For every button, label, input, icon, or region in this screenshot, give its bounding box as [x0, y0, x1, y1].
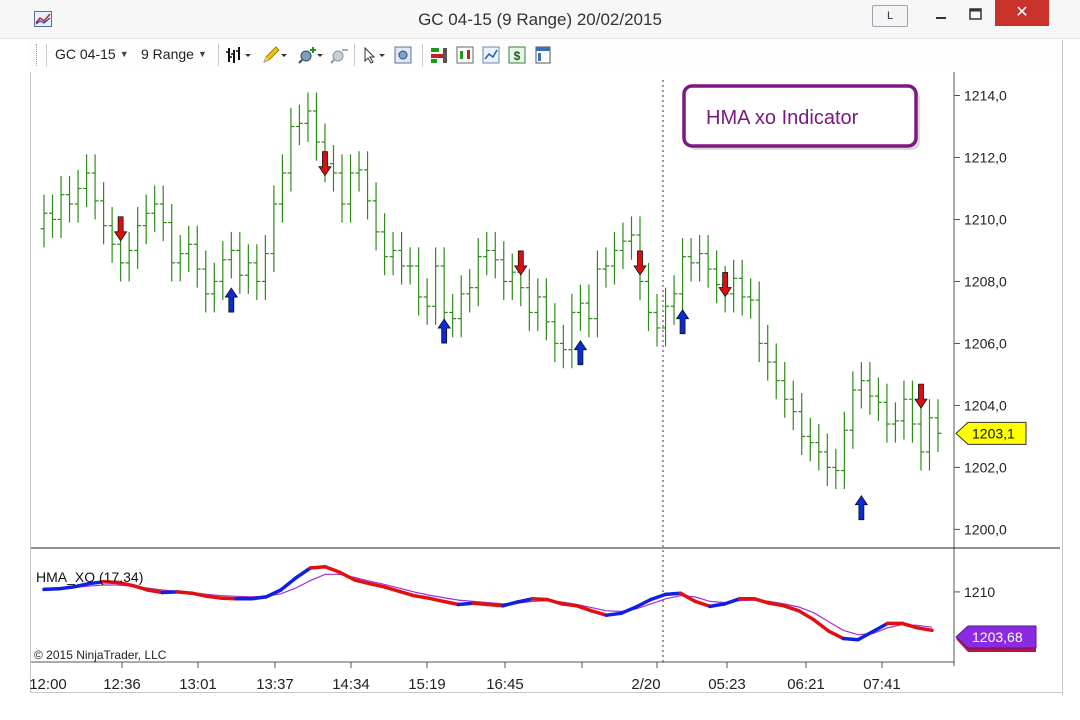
buy-arrow [437, 318, 451, 344]
y-tick-label: 1204,0 [964, 397, 1007, 413]
price-bars [40, 92, 942, 490]
hma-segment [663, 591, 683, 597]
y-tick-label: 1206,0 [964, 335, 1007, 351]
hma-segment [279, 576, 298, 592]
indicator-tick-label: 1210 [964, 584, 995, 600]
hma-segment [441, 599, 461, 607]
hma-segment [427, 596, 446, 604]
y-tick-label: 1208,0 [964, 273, 1007, 289]
sell-arrow [514, 250, 528, 276]
hma-segment [264, 588, 283, 599]
x-tick-label: 14:34 [332, 676, 370, 693]
hma-segment [649, 592, 668, 602]
hma-segment [841, 636, 860, 642]
hma-segment [42, 587, 61, 592]
hma-segment [57, 585, 76, 591]
copyright-text: © 2015 NinjaTrader, LLC [34, 648, 167, 662]
buy-arrow [675, 309, 690, 335]
hma-segment [530, 597, 549, 602]
y-tick-label: 1202,0 [964, 459, 1007, 475]
x-tick-label: 05:23 [708, 676, 746, 693]
y-tick-label: 1210,0 [964, 211, 1007, 227]
buy-arrow [224, 287, 239, 313]
hma-segment [486, 602, 505, 608]
x-tick-label: 13:37 [256, 676, 294, 693]
hma-segment [145, 588, 165, 595]
hma-segment [293, 566, 313, 580]
hma-segment [915, 626, 934, 633]
annotation-text: HMA xo Indicator [706, 107, 859, 129]
hma-segment [131, 583, 150, 592]
x-tick-label: 12:36 [103, 676, 141, 693]
buy-arrow [854, 494, 869, 521]
hma-segment [249, 595, 268, 601]
x-tick-label: 2/20 [631, 676, 660, 693]
price-chart[interactable]: 1214,0 1212,0 1210,0 1208,0 1206,0 1204,0 1202… [0, 0, 1080, 720]
sell-arrow [318, 151, 332, 177]
hma-segment [723, 597, 742, 606]
sell-arrow [718, 272, 732, 298]
hma-segment [471, 601, 490, 607]
hma-segment [693, 599, 712, 609]
indicator-label: HMA_XO (17,34) [36, 569, 143, 585]
sell-arrow [113, 216, 128, 242]
y-tick-label: 1200,0 [964, 521, 1007, 537]
hma-segment [175, 590, 194, 595]
hma-segment [900, 621, 919, 630]
hma-segment [412, 593, 431, 600]
y-tick-label: 1214,0 [964, 87, 1007, 103]
x-tick-label: 06:21 [787, 676, 825, 693]
hma-segment [752, 597, 771, 605]
hma-segment [338, 570, 357, 582]
hma-segment [501, 600, 520, 608]
hma-segment [856, 629, 875, 642]
hma-segment [397, 589, 416, 598]
x-tick-label: 15:19 [408, 676, 446, 693]
hma-segment [811, 617, 831, 633]
indicator-price-label: 1203,68 [972, 629, 1023, 645]
hma-segment [219, 596, 239, 601]
hma-segment [205, 594, 224, 600]
hma-segment [545, 597, 564, 606]
hma-segment [456, 601, 475, 607]
hma-segment [708, 602, 727, 609]
hma-segment [589, 609, 609, 617]
last-price-label: 1203,1 [972, 425, 1015, 441]
hma-segment [560, 602, 579, 608]
hma-segment [160, 590, 179, 595]
y-tick-label: 1212,0 [964, 149, 1007, 165]
x-tick-label: 16:45 [486, 676, 524, 693]
hma-segment [619, 605, 638, 616]
x-tick-label: 12:00 [29, 676, 67, 693]
x-tick-label: 13:01 [179, 676, 217, 693]
hma-segment [604, 611, 623, 617]
hma-segment [308, 564, 327, 570]
sell-arrow [914, 383, 928, 409]
hma-segment [323, 564, 342, 575]
buy-arrow [573, 340, 588, 366]
hma-segment [826, 629, 845, 641]
sell-arrow [633, 250, 647, 276]
x-tick-label: 07:41 [863, 676, 901, 693]
hma-line [42, 564, 934, 642]
chart-window: GC 04-15 (9 Range) 20/02/2015 L ✕ GC 04-… [0, 0, 1080, 720]
